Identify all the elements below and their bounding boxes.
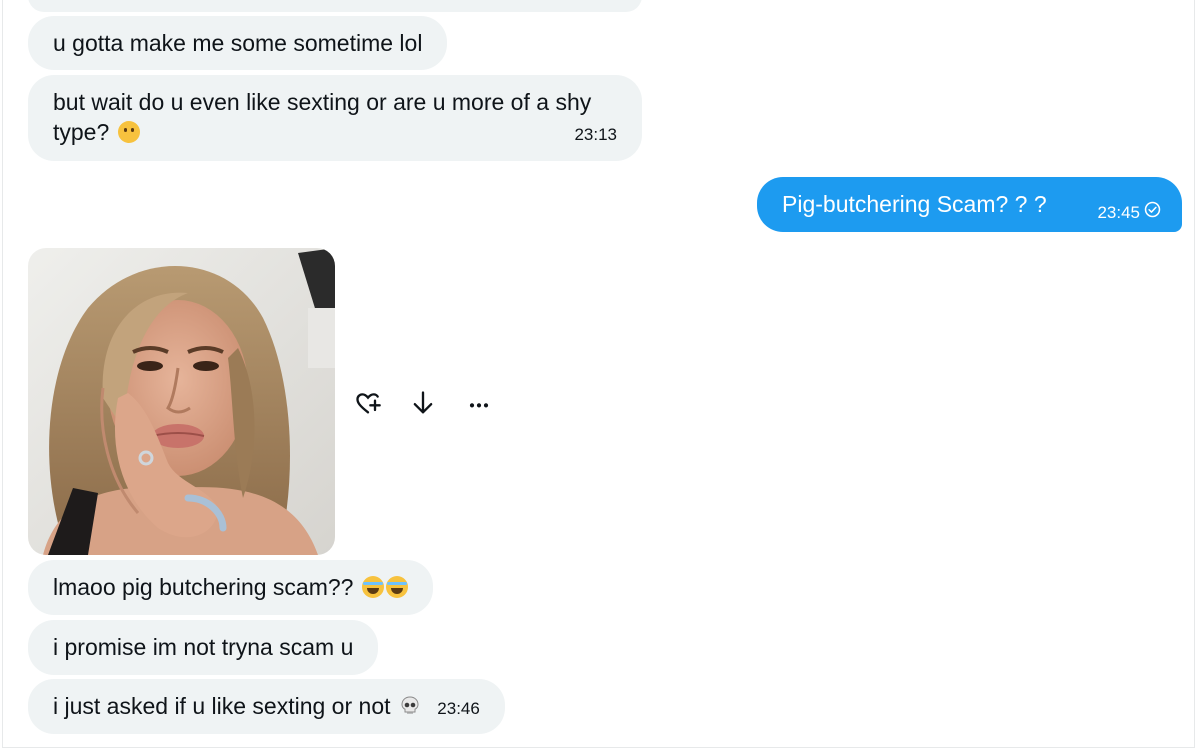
- message-text: Pig-butchering Scam? ? ?: [782, 191, 1047, 217]
- message-bubble[interactable]: i just asked if u like sexting or not 23…: [28, 679, 505, 734]
- message-bubble-outgoing[interactable]: Pig-butchering Scam? ? ? 23:45: [757, 177, 1182, 232]
- message-text: lmaoo pig butchering scam??: [53, 574, 354, 600]
- message-text-line: type?: [53, 117, 617, 147]
- more-dots-icon[interactable]: [465, 389, 493, 417]
- message-timestamp: 23:13: [574, 125, 617, 144]
- loudly-crying-face-emoji: [385, 576, 408, 598]
- message-text-line: but wait do u even like sexting or are u…: [53, 89, 592, 115]
- message-text: u gotta make me some sometime lol: [53, 30, 423, 56]
- message-bubble[interactable]: but wait do u even like sexting or are u…: [28, 75, 642, 161]
- message-timestamp: 23:45: [1097, 203, 1140, 222]
- skull-emoji: [399, 695, 421, 717]
- message-bubble[interactable]: i promise im not tryna scam u: [28, 620, 379, 675]
- message-bubble-partial[interactable]: [28, 0, 642, 12]
- message-text: i promise im not tryna scam u: [53, 634, 354, 660]
- heart-plus-icon[interactable]: [354, 389, 382, 417]
- message-bubble[interactable]: u gotta make me some sometime lol: [28, 16, 448, 70]
- message-text: i just asked if u like sexting or not: [53, 693, 391, 719]
- selfie-image: [28, 248, 335, 555]
- loudly-crying-face-emoji: [361, 576, 384, 598]
- message-bubble[interactable]: lmaoo pig butchering scam??: [28, 560, 433, 615]
- message-photo[interactable]: [28, 248, 335, 555]
- sent-check-icon: [1144, 201, 1161, 218]
- message-timestamp: 23:46: [437, 699, 480, 718]
- arrow-down-icon[interactable]: [409, 389, 437, 417]
- thinking-face-emoji: [117, 121, 140, 143]
